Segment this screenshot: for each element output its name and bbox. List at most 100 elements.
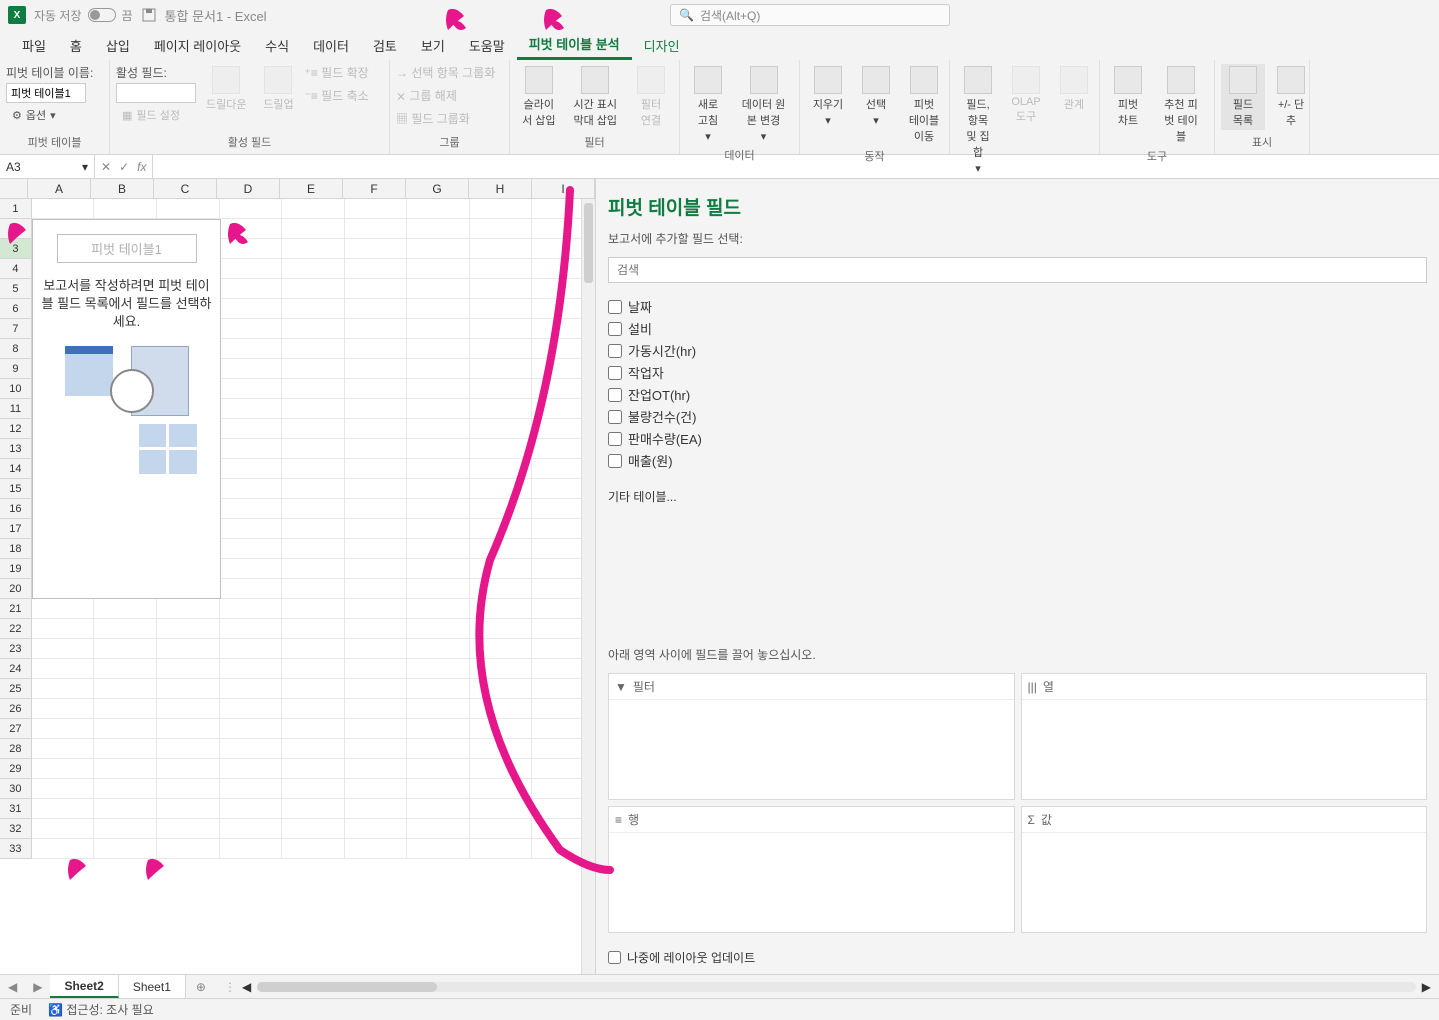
drop-area-filter[interactable]: ▼필터 bbox=[608, 673, 1015, 800]
pt-options-button[interactable]: ⚙옵션 ▾ bbox=[6, 105, 93, 125]
cell[interactable] bbox=[470, 779, 533, 799]
cell[interactable] bbox=[407, 779, 470, 799]
cell[interactable] bbox=[470, 239, 533, 259]
cell[interactable] bbox=[94, 799, 157, 819]
cell[interactable] bbox=[282, 839, 345, 859]
cell[interactable] bbox=[407, 299, 470, 319]
cell[interactable] bbox=[220, 199, 283, 219]
field-checkbox[interactable] bbox=[608, 322, 622, 336]
field-checkbox[interactable] bbox=[608, 300, 622, 314]
cell[interactable] bbox=[345, 399, 408, 419]
col-header-G[interactable]: G bbox=[406, 179, 469, 199]
row-header-33[interactable]: 33 bbox=[0, 839, 32, 859]
cell[interactable] bbox=[345, 339, 408, 359]
cell[interactable] bbox=[407, 619, 470, 639]
select-all-corner[interactable] bbox=[0, 179, 28, 199]
tab-nav-prev[interactable]: ◀ bbox=[0, 980, 25, 994]
cell[interactable] bbox=[345, 719, 408, 739]
row-header-7[interactable]: 7 bbox=[0, 319, 32, 339]
row-header-18[interactable]: 18 bbox=[0, 539, 32, 559]
cell[interactable] bbox=[345, 259, 408, 279]
vertical-scrollbar[interactable] bbox=[581, 199, 595, 974]
cell[interactable] bbox=[220, 359, 283, 379]
cell[interactable] bbox=[220, 639, 283, 659]
cell[interactable] bbox=[282, 659, 345, 679]
field-checkbox[interactable] bbox=[608, 454, 622, 468]
cell[interactable] bbox=[282, 539, 345, 559]
cell[interactable] bbox=[220, 399, 283, 419]
cell[interactable] bbox=[282, 259, 345, 279]
cell[interactable] bbox=[282, 559, 345, 579]
row-header-9[interactable]: 9 bbox=[0, 359, 32, 379]
cell[interactable] bbox=[220, 319, 283, 339]
cell[interactable] bbox=[220, 579, 283, 599]
row-header-3[interactable]: 3 bbox=[0, 239, 32, 259]
cell[interactable] bbox=[407, 459, 470, 479]
search-box[interactable]: 🔍 검색(Alt+Q) bbox=[670, 4, 950, 26]
cell[interactable] bbox=[32, 599, 95, 619]
clear-button[interactable]: 지우기 ▾ bbox=[806, 64, 850, 129]
field-item[interactable]: 설비 bbox=[608, 319, 1427, 338]
row-header-24[interactable]: 24 bbox=[0, 659, 32, 679]
row-header-29[interactable]: 29 bbox=[0, 759, 32, 779]
cell[interactable] bbox=[282, 339, 345, 359]
cell[interactable] bbox=[345, 379, 408, 399]
drop-area-values[interactable]: Σ값 bbox=[1021, 806, 1428, 933]
row-header-1[interactable]: 1 bbox=[0, 199, 32, 219]
row-header-6[interactable]: 6 bbox=[0, 299, 32, 319]
cell[interactable] bbox=[345, 319, 408, 339]
cell[interactable] bbox=[220, 259, 283, 279]
cell[interactable] bbox=[345, 839, 408, 859]
row-header-10[interactable]: 10 bbox=[0, 379, 32, 399]
cell[interactable] bbox=[282, 599, 345, 619]
tab-review[interactable]: 검토 bbox=[361, 30, 409, 60]
cell[interactable] bbox=[220, 679, 283, 699]
cell[interactable] bbox=[470, 419, 533, 439]
cell[interactable] bbox=[345, 799, 408, 819]
cell[interactable] bbox=[470, 579, 533, 599]
cell[interactable] bbox=[94, 599, 157, 619]
cell[interactable] bbox=[94, 679, 157, 699]
cell[interactable] bbox=[157, 599, 220, 619]
change-source-button[interactable]: 데이터 원본 변경 ▾ bbox=[734, 64, 793, 145]
cell[interactable] bbox=[220, 219, 283, 239]
cell[interactable] bbox=[94, 619, 157, 639]
cell[interactable] bbox=[157, 619, 220, 639]
row-header-26[interactable]: 26 bbox=[0, 699, 32, 719]
cell[interactable] bbox=[407, 679, 470, 699]
cell[interactable] bbox=[282, 519, 345, 539]
field-checkbox[interactable] bbox=[608, 388, 622, 402]
row-header-8[interactable]: 8 bbox=[0, 339, 32, 359]
cell[interactable] bbox=[282, 699, 345, 719]
cell[interactable] bbox=[157, 639, 220, 659]
cell[interactable] bbox=[157, 839, 220, 859]
tab-insert[interactable]: 삽입 bbox=[94, 30, 142, 60]
cell[interactable] bbox=[94, 739, 157, 759]
row-header-15[interactable]: 15 bbox=[0, 479, 32, 499]
cell[interactable] bbox=[157, 719, 220, 739]
row-header-16[interactable]: 16 bbox=[0, 499, 32, 519]
accessibility-status[interactable]: ♿ 접근성: 조사 필요 bbox=[48, 1001, 154, 1018]
cell[interactable] bbox=[407, 219, 470, 239]
field-item[interactable]: 작업자 bbox=[608, 363, 1427, 382]
cell[interactable] bbox=[282, 299, 345, 319]
cell[interactable] bbox=[157, 739, 220, 759]
cell[interactable] bbox=[220, 519, 283, 539]
cell[interactable] bbox=[32, 719, 95, 739]
cell[interactable] bbox=[345, 579, 408, 599]
row-header-2[interactable]: 2 bbox=[0, 219, 32, 239]
cell[interactable] bbox=[407, 339, 470, 359]
field-item[interactable]: 잔업OT(hr) bbox=[608, 385, 1427, 404]
cell[interactable] bbox=[345, 739, 408, 759]
cancel-icon[interactable]: ✕ bbox=[101, 160, 111, 174]
cell[interactable] bbox=[32, 799, 95, 819]
cell[interactable] bbox=[470, 539, 533, 559]
cell[interactable] bbox=[407, 739, 470, 759]
cell[interactable] bbox=[407, 639, 470, 659]
cell[interactable] bbox=[32, 739, 95, 759]
cell[interactable] bbox=[282, 199, 345, 219]
cell[interactable] bbox=[407, 759, 470, 779]
cell[interactable] bbox=[470, 719, 533, 739]
cell[interactable] bbox=[32, 779, 95, 799]
cell[interactable] bbox=[470, 339, 533, 359]
